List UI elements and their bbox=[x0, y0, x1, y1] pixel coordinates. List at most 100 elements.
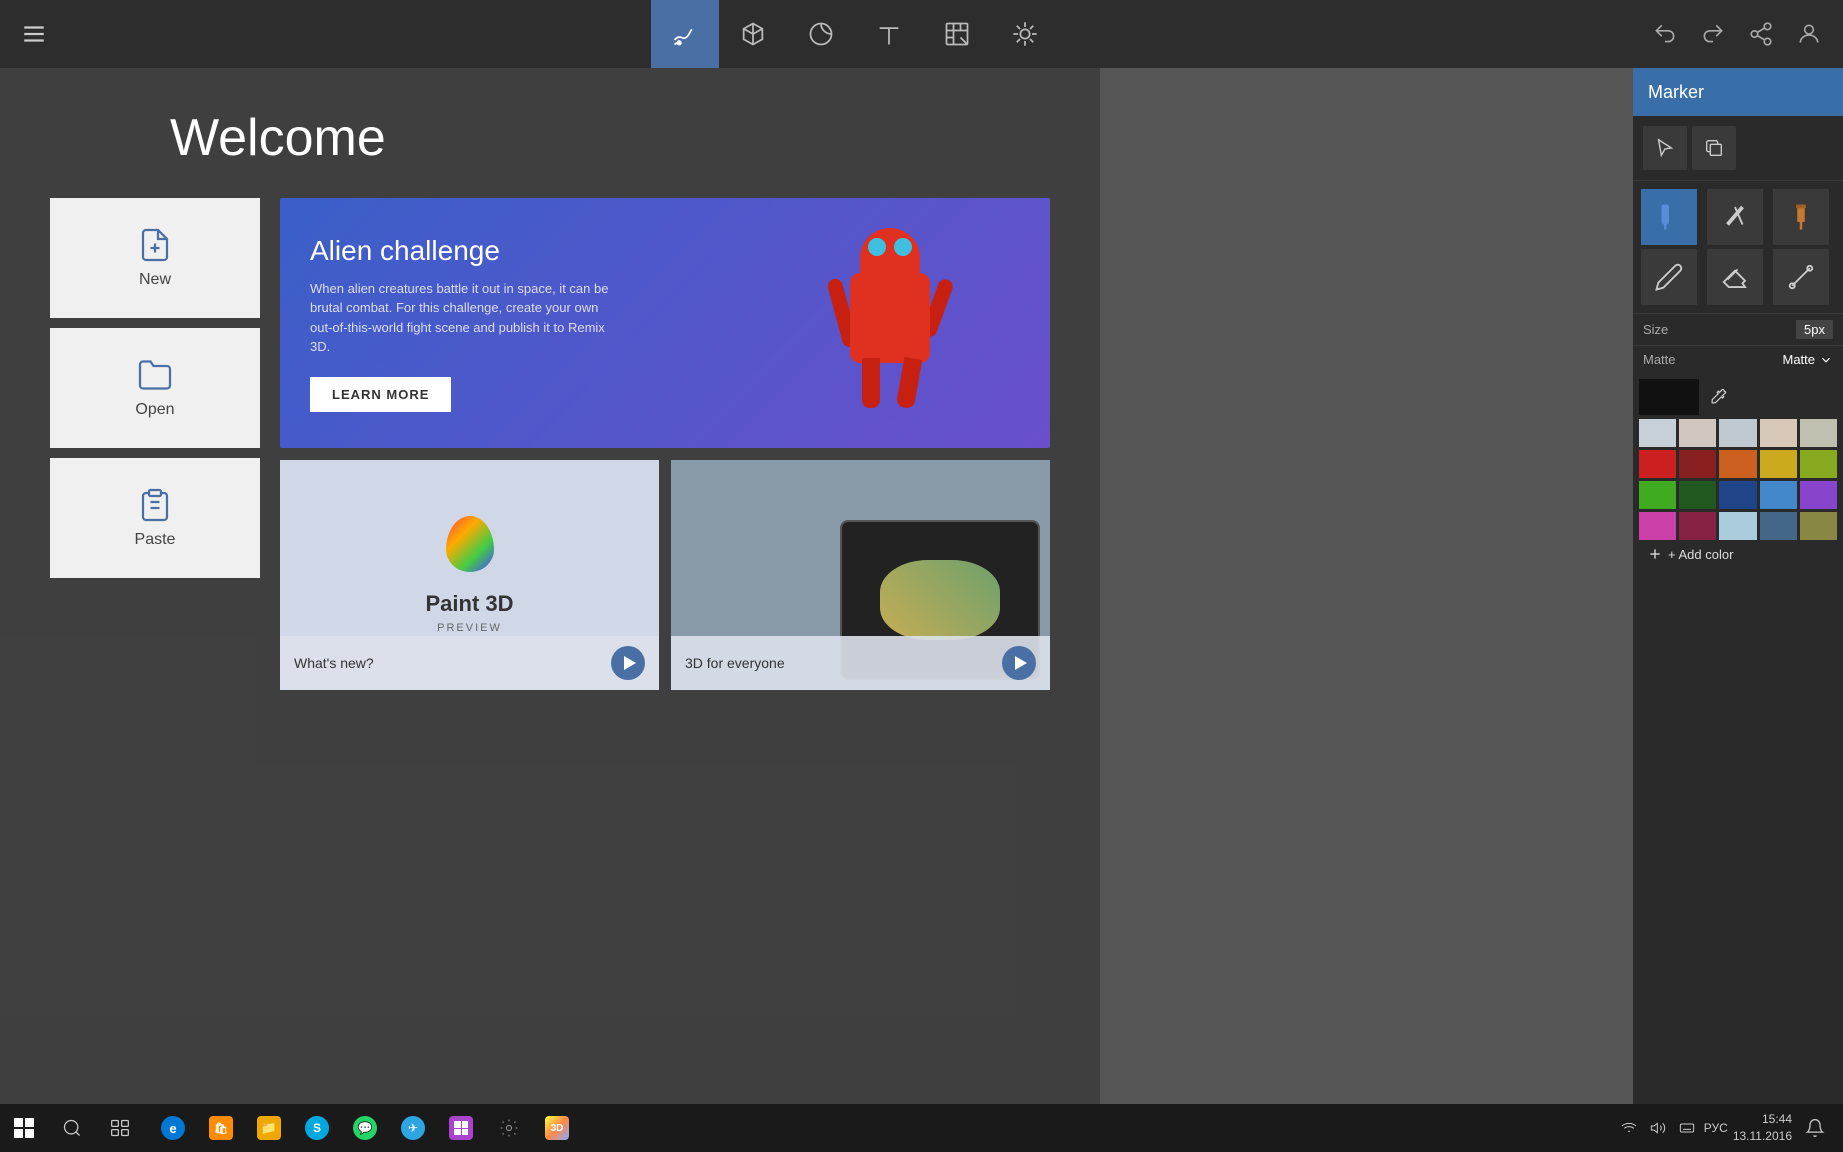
color-cell[interactable] bbox=[1800, 512, 1837, 540]
calligraphy-icon bbox=[1720, 202, 1750, 232]
robot-eye-left bbox=[868, 238, 886, 256]
color-cell[interactable] bbox=[1639, 512, 1676, 540]
color-cell[interactable] bbox=[1719, 419, 1756, 447]
color-section: + Add color bbox=[1633, 373, 1843, 1104]
tool-stickers[interactable] bbox=[787, 0, 855, 68]
3d-everyone-label: 3D for everyone bbox=[671, 636, 1050, 690]
taskbar-right: РУС 15:44 13.11.2016 bbox=[1617, 1110, 1843, 1146]
network-icon[interactable] bbox=[1617, 1116, 1641, 1140]
robot-head bbox=[860, 228, 920, 283]
robot-leg-left bbox=[862, 358, 880, 408]
tool-3d[interactable] bbox=[719, 0, 787, 68]
color-cell[interactable] bbox=[1719, 450, 1756, 478]
right-content: Alien challenge When alien creatures bat… bbox=[280, 198, 1050, 690]
main-area: Welcome New Open bbox=[0, 68, 1843, 1104]
task-view-button[interactable] bbox=[96, 1104, 144, 1152]
keyboard-icon[interactable] bbox=[1675, 1116, 1699, 1140]
taskbar-winbadge[interactable] bbox=[437, 1104, 485, 1152]
color-row bbox=[1639, 379, 1837, 415]
taskbar-files[interactable]: 📁 bbox=[245, 1104, 293, 1152]
tool-buttons bbox=[68, 0, 1641, 68]
cursor-tool[interactable] bbox=[1643, 126, 1687, 170]
notification-button[interactable] bbox=[1797, 1110, 1833, 1146]
color-cell[interactable] bbox=[1719, 512, 1756, 540]
add-color-button[interactable]: + Add color bbox=[1639, 540, 1837, 568]
current-color[interactable] bbox=[1639, 379, 1699, 415]
eyedropper-icon bbox=[1708, 387, 1728, 407]
tool-text[interactable] bbox=[855, 0, 923, 68]
panel-tools-top bbox=[1633, 116, 1843, 181]
language-indicator: РУС bbox=[1704, 1121, 1728, 1135]
paint3d-text: Paint 3D bbox=[425, 591, 513, 617]
color-cell[interactable] bbox=[1639, 419, 1676, 447]
color-cell[interactable] bbox=[1639, 481, 1676, 509]
copy-tool[interactable] bbox=[1692, 126, 1736, 170]
video-cards: Paint 3D PREVIEW What's new? bbox=[280, 460, 1050, 690]
wifi-icon bbox=[1621, 1120, 1637, 1136]
tool-brush[interactable] bbox=[651, 0, 719, 68]
search-button[interactable] bbox=[48, 1104, 96, 1152]
taskbar-paint3d[interactable]: 3D bbox=[533, 1104, 581, 1152]
share-button[interactable] bbox=[1737, 0, 1785, 68]
color-cell[interactable] bbox=[1800, 450, 1837, 478]
brush-pencil[interactable] bbox=[1641, 249, 1697, 305]
color-cell[interactable] bbox=[1639, 450, 1676, 478]
taskbar-edge[interactable]: e bbox=[149, 1104, 197, 1152]
add-color-label: + Add color bbox=[1668, 547, 1733, 562]
color-cell[interactable] bbox=[1760, 419, 1797, 447]
color-cell[interactable] bbox=[1760, 450, 1797, 478]
notification-icon bbox=[1805, 1118, 1825, 1138]
taskbar-store[interactable]: 🛍 bbox=[197, 1104, 245, 1152]
color-cell[interactable] bbox=[1800, 419, 1837, 447]
matte-dropdown[interactable]: Matte bbox=[1782, 352, 1833, 367]
paste-button[interactable]: Paste bbox=[50, 458, 260, 578]
menu-button[interactable] bbox=[0, 0, 68, 68]
new-button[interactable]: New bbox=[50, 198, 260, 318]
welcome-title: Welcome bbox=[170, 108, 1050, 168]
learn-more-button[interactable]: LEARN MORE bbox=[310, 377, 451, 412]
panel-size: Size 5px bbox=[1633, 313, 1843, 345]
color-cell[interactable] bbox=[1679, 481, 1716, 509]
copy-icon bbox=[1703, 137, 1725, 159]
action-buttons: New Open Paste bbox=[50, 198, 260, 690]
paint3d-drop bbox=[446, 516, 494, 572]
account-button[interactable] bbox=[1785, 0, 1833, 68]
speaker-icon bbox=[1650, 1120, 1666, 1136]
clock-time: 15:44 bbox=[1733, 1111, 1792, 1128]
whats-new-card[interactable]: Paint 3D PREVIEW What's new? bbox=[280, 460, 659, 690]
color-cell[interactable] bbox=[1760, 481, 1797, 509]
color-cell[interactable] bbox=[1800, 481, 1837, 509]
color-cell[interactable] bbox=[1679, 450, 1716, 478]
brush-oil[interactable] bbox=[1773, 189, 1829, 245]
3d-everyone-card[interactable]: 3D for everyone bbox=[671, 460, 1050, 690]
eyedropper-button[interactable] bbox=[1704, 383, 1732, 411]
color-cell[interactable] bbox=[1679, 419, 1716, 447]
paste-label: Paste bbox=[135, 531, 176, 549]
taskbar-clock: 15:44 13.11.2016 bbox=[1733, 1111, 1792, 1145]
volume-icon[interactable] bbox=[1646, 1116, 1670, 1140]
tool-effects[interactable] bbox=[991, 0, 1059, 68]
taskbar-settings[interactable] bbox=[485, 1104, 533, 1152]
taskbar-skype[interactable]: S bbox=[293, 1104, 341, 1152]
windows-logo bbox=[14, 1118, 34, 1138]
color-cell[interactable] bbox=[1760, 512, 1797, 540]
brush-marker[interactable] bbox=[1641, 189, 1697, 245]
3d-everyone-play[interactable] bbox=[1002, 646, 1036, 680]
tool-canvas[interactable] bbox=[923, 0, 991, 68]
redo-button[interactable] bbox=[1689, 0, 1737, 68]
brush-line[interactable] bbox=[1773, 249, 1829, 305]
fish-image bbox=[880, 560, 1000, 640]
undo-button[interactable] bbox=[1641, 0, 1689, 68]
panel-matte: Matte Matte bbox=[1633, 345, 1843, 373]
paste-icon bbox=[137, 487, 173, 523]
brush-calligraphy[interactable] bbox=[1707, 189, 1763, 245]
open-button[interactable]: Open bbox=[50, 328, 260, 448]
whats-new-play[interactable] bbox=[611, 646, 645, 680]
color-cell[interactable] bbox=[1719, 481, 1756, 509]
start-button[interactable] bbox=[0, 1104, 48, 1152]
taskbar-telegram[interactable]: ✈ bbox=[389, 1104, 437, 1152]
color-cell[interactable] bbox=[1679, 512, 1716, 540]
panel-header: Marker bbox=[1633, 68, 1843, 116]
brush-eraser[interactable] bbox=[1707, 249, 1763, 305]
taskbar-whatsapp[interactable]: 💬 bbox=[341, 1104, 389, 1152]
